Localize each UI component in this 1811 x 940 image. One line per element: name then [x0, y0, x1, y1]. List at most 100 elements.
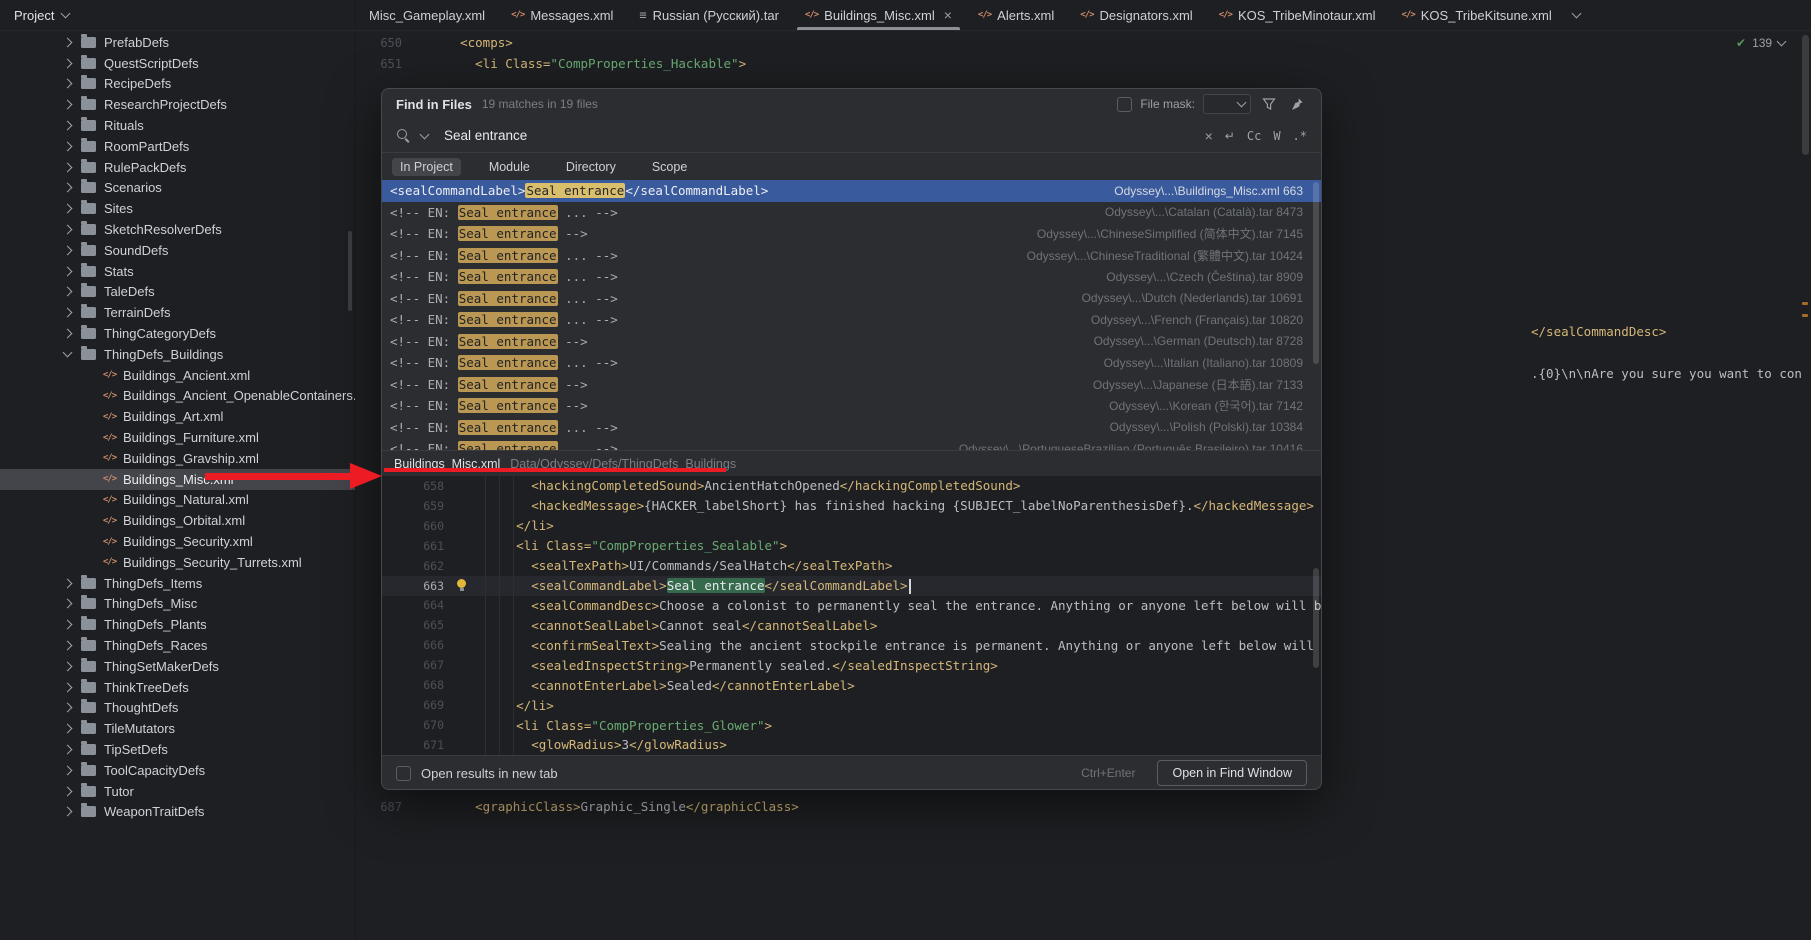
- search-input[interactable]: Seal entrance: [444, 128, 1195, 143]
- tree-scrollbar[interactable]: [348, 231, 352, 311]
- tab-Russian (Русский).tar[interactable]: ≡Russian (Русский).tar: [626, 0, 792, 30]
- tree-item-TaleDefs[interactable]: TaleDefs: [0, 282, 355, 303]
- search-result-row[interactable]: <!-- EN: Seal entrance -->Odyssey\...\Ch…: [382, 223, 1321, 245]
- tab-Buildings_Misc.xml[interactable]: </>Buildings_Misc.xml×: [792, 0, 965, 30]
- tree-item-Buildings_Furniture.xml[interactable]: </>Buildings_Furniture.xml: [0, 427, 355, 448]
- chevron-right-icon[interactable]: [63, 162, 73, 172]
- tree-item-Buildings_Gravship.xml[interactable]: </>Buildings_Gravship.xml: [0, 448, 355, 469]
- chevron-right-icon[interactable]: [63, 287, 73, 297]
- chevron-right-icon[interactable]: [63, 183, 73, 193]
- tree-item-ThingDefs_Buildings[interactable]: ThingDefs_Buildings: [0, 344, 355, 365]
- chevron-right-icon[interactable]: [63, 308, 73, 318]
- file-mask-combo[interactable]: [1203, 94, 1251, 114]
- pin-icon[interactable]: [1287, 94, 1307, 114]
- chevron-right-icon[interactable]: [63, 204, 73, 214]
- chevron-right-icon[interactable]: [63, 245, 73, 255]
- chevron-right-icon[interactable]: [63, 807, 73, 817]
- tab-KOS_TribeKitsune.xml[interactable]: </>KOS_TribeKitsune.xml: [1388, 0, 1564, 30]
- tree-item-RulePackDefs[interactable]: RulePackDefs: [0, 157, 355, 178]
- chevron-right-icon[interactable]: [63, 599, 73, 609]
- tree-item-Buildings_Orbital.xml[interactable]: </>Buildings_Orbital.xml: [0, 510, 355, 531]
- tree-item-Sites[interactable]: Sites: [0, 198, 355, 219]
- chevron-right-icon[interactable]: [63, 121, 73, 131]
- tree-item-TipSetDefs[interactable]: TipSetDefs: [0, 739, 355, 760]
- chevron-right-icon[interactable]: [63, 641, 73, 651]
- chevron-right-icon[interactable]: [63, 329, 73, 339]
- tree-item-Buildings_Ancient_OpenableContainers.xm[interactable]: </>Buildings_Ancient_OpenableContainers.…: [0, 386, 355, 407]
- search-result-row[interactable]: <!-- EN: Seal entrance ... -->Odyssey\..…: [382, 352, 1321, 374]
- search-toggle-.*[interactable]: .*: [1293, 129, 1307, 143]
- search-toggle-Cc[interactable]: Cc: [1247, 129, 1261, 143]
- file-mask-checkbox[interactable]: [1117, 97, 1132, 112]
- open-results-checkbox[interactable]: [396, 766, 411, 781]
- tree-item-ThinkTreeDefs[interactable]: ThinkTreeDefs: [0, 677, 355, 698]
- search-result-row[interactable]: <!-- EN: Seal entrance ... -->Odyssey\..…: [382, 202, 1321, 224]
- search-result-row[interactable]: <!-- EN: Seal entrance ... -->Odyssey\..…: [382, 288, 1321, 310]
- hidden-tabs-chevron-icon[interactable]: [1571, 9, 1581, 19]
- chevron-right-icon[interactable]: [63, 703, 73, 713]
- chevron-right-icon[interactable]: [63, 79, 73, 89]
- tree-item-SoundDefs[interactable]: SoundDefs: [0, 240, 355, 261]
- new-line-icon[interactable]: ↵: [1225, 129, 1235, 143]
- chevron-right-icon[interactable]: [63, 765, 73, 775]
- search-result-row[interactable]: <!-- EN: Seal entrance ... -->Odyssey\..…: [382, 245, 1321, 267]
- chevron-right-icon[interactable]: [63, 682, 73, 692]
- chevron-right-icon[interactable]: [63, 58, 73, 68]
- tree-item-ThingSetMakerDefs[interactable]: ThingSetMakerDefs: [0, 656, 355, 677]
- tree-item-Scenarios[interactable]: Scenarios: [0, 178, 355, 199]
- tree-item-ResearchProjectDefs[interactable]: ResearchProjectDefs: [0, 94, 355, 115]
- preview-scrollbar[interactable]: [1313, 568, 1319, 668]
- chevron-right-icon[interactable]: [63, 578, 73, 588]
- chevron-right-icon[interactable]: [63, 141, 73, 151]
- tree-item-ThingDefs_Items[interactable]: ThingDefs_Items: [0, 573, 355, 594]
- search-result-row[interactable]: <!-- EN: Seal entrance ... -->Odyssey\..…: [382, 438, 1321, 450]
- tree-item-TileMutators[interactable]: TileMutators: [0, 718, 355, 739]
- tree-item-Rituals[interactable]: Rituals: [0, 115, 355, 136]
- search-result-row[interactable]: <!-- EN: Seal entrance -->Odyssey\...\Ge…: [382, 331, 1321, 353]
- tree-item-ThingDefs_Misc[interactable]: ThingDefs_Misc: [0, 594, 355, 615]
- tab-Alerts.xml[interactable]: </>Alerts.xml: [965, 0, 1067, 30]
- tree-item-QuestScriptDefs[interactable]: QuestScriptDefs: [0, 53, 355, 74]
- search-result-row[interactable]: <!-- EN: Seal entrance ... -->Odyssey\..…: [382, 309, 1321, 331]
- tab-Messages.xml[interactable]: </>Messages.xml: [498, 0, 626, 30]
- chevron-right-icon[interactable]: [63, 266, 73, 276]
- chevron-right-icon[interactable]: [63, 661, 73, 671]
- project-widget[interactable]: Project: [0, 0, 356, 30]
- tree-item-ThingDefs_Plants[interactable]: ThingDefs_Plants: [0, 614, 355, 635]
- tree-item-ThingCategoryDefs[interactable]: ThingCategoryDefs: [0, 323, 355, 344]
- tree-item-TerrainDefs[interactable]: TerrainDefs: [0, 302, 355, 323]
- search-result-row[interactable]: <!-- EN: Seal entrance -->Odyssey\...\Ko…: [382, 395, 1321, 417]
- search-toggle-W[interactable]: W: [1273, 129, 1280, 143]
- chevron-right-icon[interactable]: [63, 100, 73, 110]
- tree-item-Buildings_Security_Turrets.xml[interactable]: </>Buildings_Security_Turrets.xml: [0, 552, 355, 573]
- search-result-row[interactable]: <sealCommandLabel>Seal entrance</sealCom…: [382, 180, 1321, 202]
- tree-item-ThingDefs_Races[interactable]: ThingDefs_Races: [0, 635, 355, 656]
- chevron-right-icon[interactable]: [63, 225, 73, 235]
- search-result-row[interactable]: <!-- EN: Seal entrance ... -->Odyssey\..…: [382, 266, 1321, 288]
- results-scrollbar[interactable]: [1313, 182, 1319, 364]
- search-history-chevron-icon[interactable]: [420, 129, 430, 139]
- close-icon[interactable]: ×: [944, 7, 952, 23]
- tree-item-SketchResolverDefs[interactable]: SketchResolverDefs: [0, 219, 355, 240]
- tree-item-Buildings_Security.xml[interactable]: </>Buildings_Security.xml: [0, 531, 355, 552]
- tree-item-WeaponTraitDefs[interactable]: WeaponTraitDefs: [0, 801, 355, 822]
- tab-KOS_TribeMinotaur.xml[interactable]: </>KOS_TribeMinotaur.xml: [1206, 0, 1389, 30]
- search-field[interactable]: Seal entrance × ↵ CcW.*: [382, 119, 1321, 153]
- chevron-right-icon[interactable]: [63, 620, 73, 630]
- chevron-right-icon[interactable]: [63, 786, 73, 796]
- tree-item-ThoughtDefs[interactable]: ThoughtDefs: [0, 698, 355, 719]
- tree-item-Tutor[interactable]: Tutor: [0, 781, 355, 802]
- tree-item-Stats[interactable]: Stats: [0, 261, 355, 282]
- tree-item-Buildings_Art.xml[interactable]: </>Buildings_Art.xml: [0, 406, 355, 427]
- tab-Misc_Gameplay.xml[interactable]: Misc_Gameplay.xml: [356, 0, 498, 30]
- preview-pane[interactable]: 658 <hackingCompletedSound>AncientHatchO…: [382, 476, 1321, 755]
- tab-Designators.xml[interactable]: </>Designators.xml: [1067, 0, 1205, 30]
- scope-tab-In Project[interactable]: In Project: [392, 158, 461, 176]
- search-result-row[interactable]: <!-- EN: Seal entrance -->Odyssey\...\Ja…: [382, 374, 1321, 396]
- filter-icon[interactable]: [1259, 94, 1279, 114]
- tree-item-Buildings_Ancient.xml[interactable]: </>Buildings_Ancient.xml: [0, 365, 355, 386]
- editor-scrollbar[interactable]: [1802, 35, 1809, 155]
- scope-tab-Module[interactable]: Module: [481, 158, 538, 176]
- inspections-widget[interactable]: ✔ 139: [1736, 36, 1785, 50]
- search-result-row[interactable]: <!-- EN: Seal entrance ... -->Odyssey\..…: [382, 417, 1321, 439]
